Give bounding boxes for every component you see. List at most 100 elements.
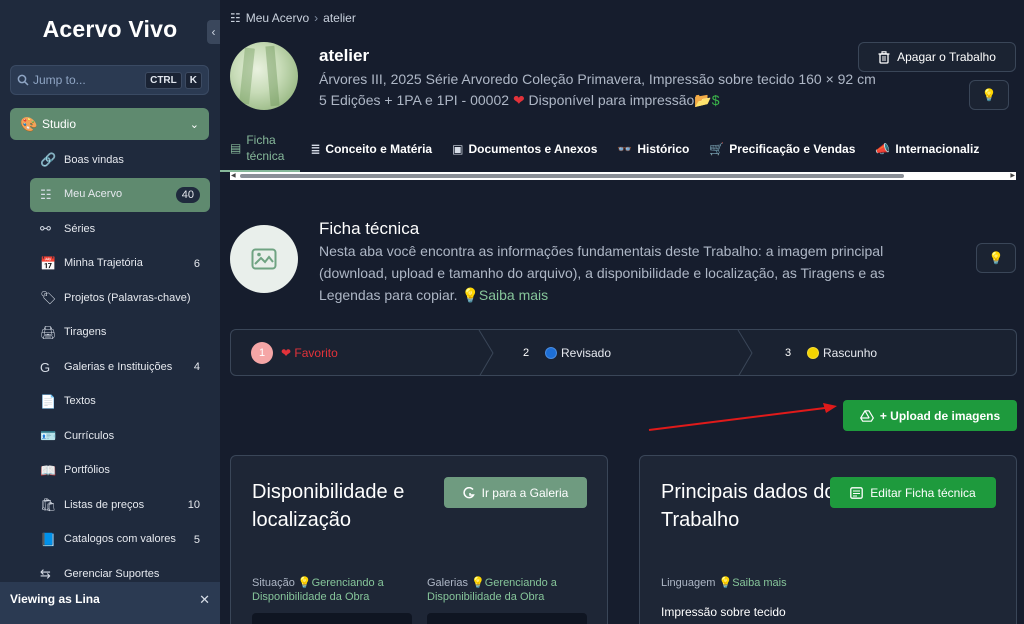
sidebar-item-series[interactable]: ⚯ Séries bbox=[30, 212, 210, 247]
sidebar-item-label: Portfólios bbox=[64, 464, 110, 477]
tab-label: Documentos e Anexos bbox=[468, 142, 598, 156]
tabs-scrollbar[interactable]: ◀ ▶ bbox=[230, 172, 1016, 180]
field-label: Galerias bbox=[427, 577, 468, 589]
help-bulb-button[interactable]: 💡 bbox=[969, 80, 1009, 110]
tab-internacionalizacao[interactable]: 📣 Internacionaliz bbox=[865, 126, 989, 172]
step-rascunho[interactable]: 3 Rascunho bbox=[777, 330, 877, 375]
go-to-gallery-button[interactable]: Ir para a Galeria bbox=[444, 477, 587, 508]
breadcrumb-current: atelier bbox=[323, 11, 356, 25]
artwork-title: atelier bbox=[319, 46, 370, 65]
breadcrumb: ☷ Meu Acervo › atelier bbox=[230, 11, 356, 25]
situacao-select[interactable] bbox=[252, 613, 412, 624]
sidebar-item-catalogos[interactable]: 📘 Catalogos com valores 5 bbox=[30, 523, 210, 558]
edit-datasheet-button[interactable]: Editar Ficha técnica bbox=[830, 477, 996, 508]
chevron-down-icon: ⌄ bbox=[189, 118, 199, 131]
go-to-gallery-label: Ir para a Galeria bbox=[481, 485, 569, 500]
sidebar-item-listas-de-precos[interactable]: 🛍 Listas de preços 10 bbox=[30, 488, 210, 523]
collapse-sidebar-button[interactable]: ‹ bbox=[207, 20, 220, 44]
sheet-icon: ▤ bbox=[230, 141, 242, 155]
step-number: 3 bbox=[784, 346, 792, 359]
studio-section-toggle[interactable]: 🎨 Studio ⌄ bbox=[10, 108, 209, 140]
section-description-text: Nesta aba você encontra as informações f… bbox=[319, 243, 885, 303]
sidebar-item-label: Catalogos com valores bbox=[64, 533, 176, 546]
card-title: Principais dados do Trabalho bbox=[661, 481, 836, 531]
sidebar-item-boas-vindas[interactable]: 🔗 Boas vindas bbox=[30, 143, 210, 178]
tab-label: Histórico bbox=[637, 142, 690, 156]
sidebar-item-portfolios[interactable]: 📖 Portfólios bbox=[30, 454, 210, 489]
tag-icon: 🏷 bbox=[40, 290, 57, 306]
sidebar-item-minha-trajetoria[interactable]: 📅 Minha Trajetória 6 bbox=[30, 247, 210, 282]
drive-icon bbox=[859, 409, 874, 422]
delete-artwork-label: Apagar o Trabalho bbox=[897, 50, 996, 64]
main-data-card: Principais dados do Trabalho Editar Fich… bbox=[639, 455, 1017, 624]
linguagem-value: Impressão sobre tecido bbox=[661, 605, 786, 619]
breadcrumb-meu-acervo[interactable]: Meu Acervo bbox=[246, 11, 309, 25]
sidebar-item-galerias[interactable]: G Galerias e Instituições 4 bbox=[30, 350, 210, 385]
availability-card: Disponibilidade e localização Ir para a … bbox=[230, 455, 608, 624]
shortcut-key-k: K bbox=[184, 71, 202, 89]
sidebar-item-label: Galerias e Instituições bbox=[64, 360, 173, 373]
step-label: Rascunho bbox=[823, 345, 878, 360]
sidebar-item-projetos[interactable]: 🏷 Projetos (Palavras-chave) bbox=[30, 281, 210, 316]
sidebar-item-label: Séries bbox=[64, 222, 96, 235]
trash-icon bbox=[878, 50, 890, 64]
step-number: 1 bbox=[251, 341, 273, 364]
count-badge: 10 bbox=[187, 499, 200, 512]
learn-more-link[interactable]: 💡Saiba mais bbox=[461, 287, 548, 303]
tab-precificacao[interactable]: 🛒 Precificação e Vendas bbox=[699, 126, 865, 172]
brand-logo[interactable]: Acervo Vivo bbox=[0, 16, 220, 43]
sidebar-item-curriculos[interactable]: 🪪 Currículos bbox=[30, 419, 210, 454]
upload-images-label: + Upload de imagens bbox=[879, 408, 1001, 423]
sidebar-item-textos[interactable]: 📄 Textos bbox=[30, 385, 210, 420]
step-favorito[interactable]: 1 ❤ Favorito bbox=[251, 330, 338, 375]
tab-label: Ficha técnica bbox=[246, 133, 285, 163]
field-label: Situação bbox=[252, 577, 295, 589]
heart-icon: ❤ bbox=[512, 92, 525, 108]
sidebar-item-label: Textos bbox=[64, 395, 96, 408]
sidebar-item-label: Meu Acervo bbox=[64, 188, 123, 201]
glasses-icon: 👓 bbox=[617, 142, 633, 156]
search-input[interactable] bbox=[33, 73, 143, 87]
galerias-select[interactable] bbox=[427, 613, 587, 624]
stepper-dividers bbox=[478, 330, 753, 375]
tab-conceito[interactable]: ≣ Conceito e Matéria bbox=[300, 126, 442, 172]
help-bulb-button[interactable]: 💡 bbox=[976, 243, 1016, 273]
edit-datasheet-label: Editar Ficha técnica bbox=[870, 485, 976, 500]
help-link[interactable]: 💡Saiba mais bbox=[719, 577, 787, 589]
printer-icon: 🖨 bbox=[40, 324, 57, 340]
scroll-right-arrow[interactable]: ▶ bbox=[1010, 172, 1015, 180]
galerias-label: Galerias 💡Gerenciando a Disponibilidade … bbox=[427, 576, 592, 604]
sidebar-item-meu-acervo[interactable]: ☷ Meu Acervo 40 bbox=[30, 177, 210, 212]
studio-label: Studio bbox=[42, 117, 77, 131]
document-icon: 📄 bbox=[40, 393, 57, 409]
count-badge: 4 bbox=[193, 361, 200, 374]
tab-documentos[interactable]: ▣ Documentos e Anexos bbox=[442, 126, 607, 172]
upload-images-button[interactable]: + Upload de imagens bbox=[843, 400, 1017, 431]
scrollbar-thumb[interactable] bbox=[240, 174, 904, 178]
gallery-icon: G bbox=[40, 359, 51, 375]
viewing-as-banner: Viewing as Lina ✕ bbox=[0, 582, 220, 624]
link-icon: 🔗 bbox=[40, 152, 57, 168]
scroll-left-arrow[interactable]: ◀ bbox=[231, 172, 236, 180]
tab-bar: ▤ Ficha técnica ≣ Conceito e Matéria ▣ D… bbox=[220, 126, 1024, 172]
sidebar-item-label: Gerenciar Suportes bbox=[64, 567, 160, 580]
viewing-as-label: Viewing as Lina bbox=[10, 592, 100, 606]
delete-artwork-button[interactable]: Apagar o Trabalho bbox=[858, 42, 1016, 72]
yellow-dot-icon bbox=[807, 346, 819, 359]
search-icon bbox=[17, 74, 33, 86]
sidebar-item-tiragens[interactable]: 🖨 Tiragens bbox=[30, 316, 210, 351]
jump-search[interactable]: CTRL K bbox=[10, 65, 209, 95]
close-icon[interactable]: ✕ bbox=[199, 592, 210, 608]
blue-dot-icon bbox=[545, 346, 557, 359]
book-icon: 📖 bbox=[40, 462, 57, 478]
palette-icon: 🎨 bbox=[20, 115, 38, 132]
tab-ficha-tecnica[interactable]: ▤ Ficha técnica bbox=[220, 126, 301, 172]
tab-label: Internacionaliz bbox=[895, 142, 980, 156]
tab-historico[interactable]: 👓 Histórico bbox=[607, 126, 699, 172]
step-revisado[interactable]: 2 Revisado bbox=[515, 330, 611, 375]
artwork-thumbnail[interactable] bbox=[230, 42, 298, 110]
folder-icon: 📂 bbox=[694, 92, 712, 108]
list-icon: ☷ bbox=[40, 186, 52, 202]
shortcut-key-ctrl: CTRL bbox=[145, 71, 182, 89]
sidebar: Acervo Vivo ‹ CTRL K 🎨 Studio ⌄ 🔗 Boas v… bbox=[0, 0, 220, 624]
